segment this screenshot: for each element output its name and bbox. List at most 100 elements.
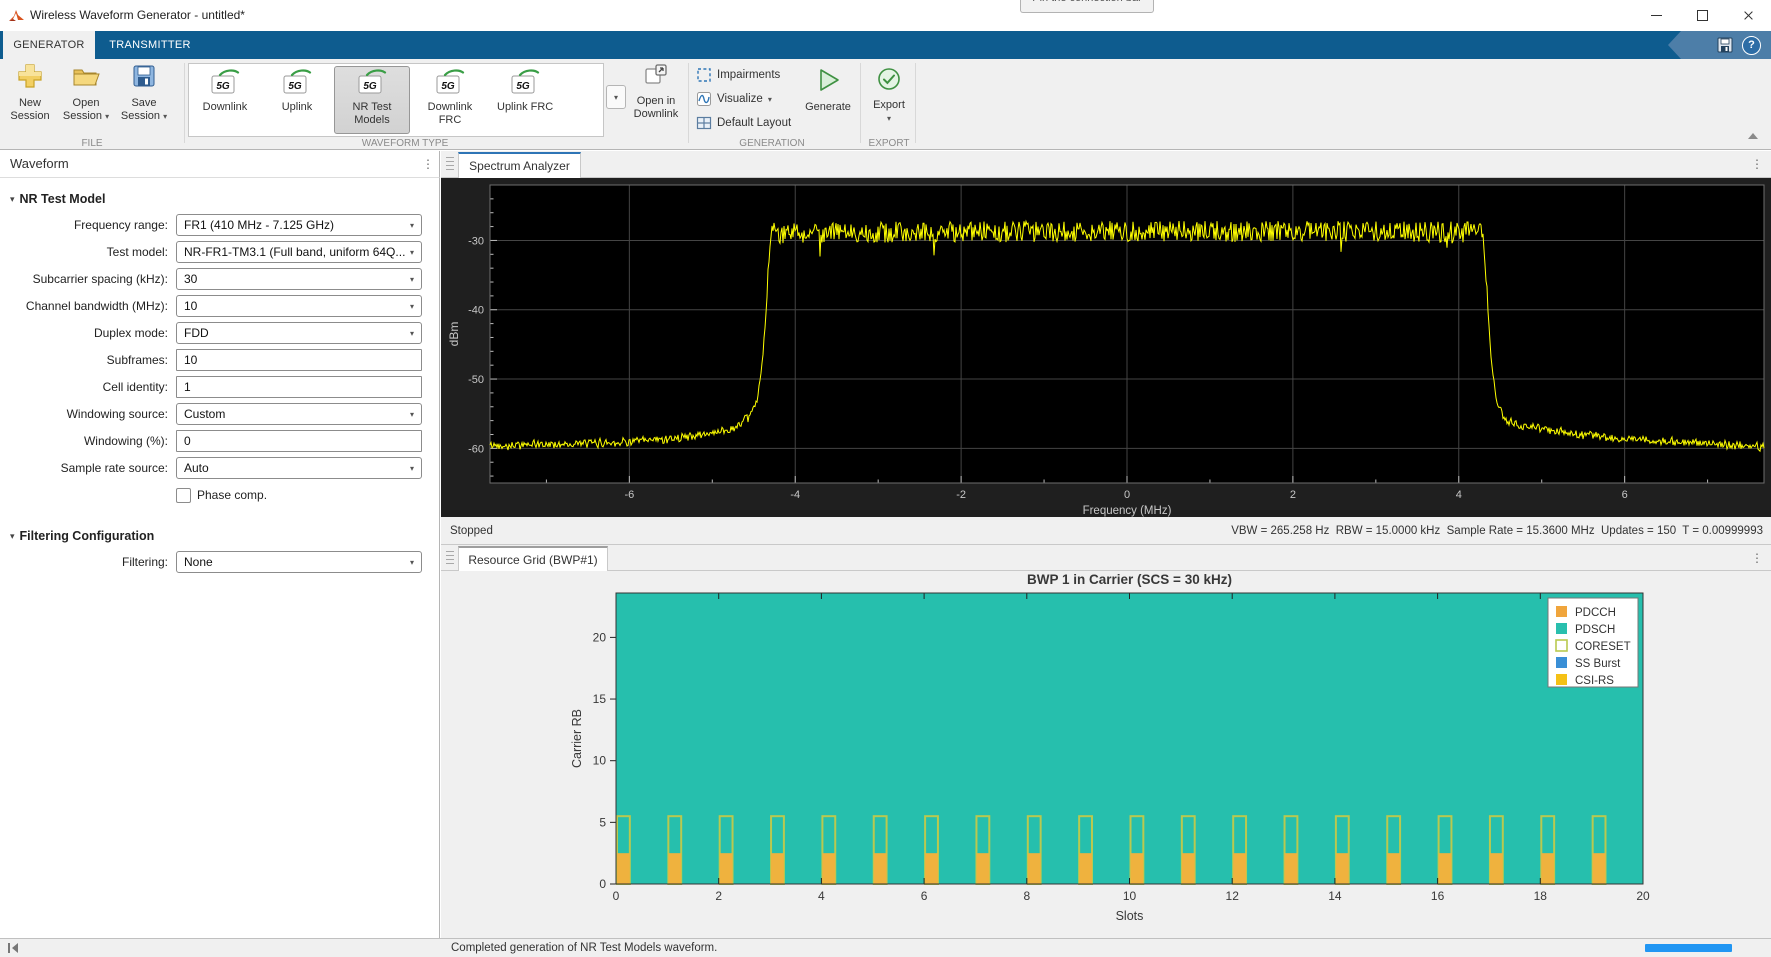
spectrum-panel-menu-icon[interactable]: ⋮ bbox=[1751, 157, 1763, 171]
dropdown-caret-icon: ▾ bbox=[410, 558, 421, 567]
section-divider bbox=[860, 63, 861, 143]
save-session-button[interactable]: Save Session ▾ bbox=[116, 63, 172, 135]
waveform-type-uplink[interactable]: 5G Uplink bbox=[262, 66, 332, 134]
section-divider bbox=[184, 63, 185, 143]
pdcch-csirs-bar bbox=[1182, 853, 1195, 884]
legend-swatch-ss-burst bbox=[1556, 657, 1567, 668]
section-header-nr-test-model[interactable]: ▾NR Test Model bbox=[10, 192, 439, 206]
pdcch-csirs-bar bbox=[925, 853, 938, 884]
maximize-icon bbox=[1697, 10, 1708, 21]
sample-rate-source-dropdown[interactable]: Auto▾ bbox=[176, 457, 422, 479]
open-session-button[interactable]: Open Session ▾ bbox=[58, 63, 114, 135]
svg-text:5G: 5G bbox=[441, 81, 455, 92]
pdcch-csirs-bar bbox=[874, 853, 887, 884]
cell-identity-input[interactable]: 1 bbox=[176, 376, 422, 398]
subcarrier-spacing-khz-row: Subcarrier spacing (kHz):30▾ bbox=[0, 268, 439, 290]
5g-icon: 5G bbox=[210, 69, 240, 95]
channel-bandwidth-mhz-dropdown[interactable]: 10▾ bbox=[176, 295, 422, 317]
export-button[interactable]: Export▾ bbox=[866, 63, 912, 135]
duplex-mode-row: Duplex mode:FDD▾ bbox=[0, 322, 439, 344]
open-session-folder-icon bbox=[72, 63, 100, 89]
phase-comp-checkbox[interactable] bbox=[176, 488, 191, 503]
new-session-button[interactable]: New Session bbox=[4, 63, 56, 135]
sample-rate-source-row: Sample rate source:Auto▾ bbox=[0, 457, 439, 479]
tab-spectrum-analyzer[interactable]: Spectrum Analyzer bbox=[458, 152, 581, 178]
pdcch-csirs-bar bbox=[1079, 853, 1092, 884]
section-title: NR Test Model bbox=[20, 192, 106, 206]
svg-text:-6: -6 bbox=[624, 489, 634, 501]
tab-generator[interactable]: GENERATOR bbox=[3, 31, 95, 59]
close-button[interactable] bbox=[1725, 0, 1771, 31]
resource-grid-tab-label: Resource Grid (BWP#1) bbox=[468, 553, 597, 567]
quick-save-icon[interactable] bbox=[1716, 36, 1734, 54]
collapse-panel-arrow-icon[interactable] bbox=[12, 943, 18, 953]
spectrum-figure: -30-40-50-60-6-4-20246Frequency (MHz)dBm bbox=[441, 178, 1771, 517]
filtering-dropdown[interactable]: None▾ bbox=[176, 551, 422, 573]
resource-grid-panel-grip[interactable] bbox=[446, 551, 454, 565]
frequency-range-dropdown[interactable]: FR1 (410 MHz - 7.125 GHz)▾ bbox=[176, 214, 422, 236]
pdcch-csirs-bar bbox=[771, 853, 784, 884]
5g-icon: 5G bbox=[282, 69, 312, 95]
field-label: Cell identity: bbox=[0, 380, 176, 394]
help-icon[interactable]: ? bbox=[1742, 36, 1761, 55]
generate-button[interactable]: Generate bbox=[800, 63, 856, 135]
svg-text:-30: -30 bbox=[468, 235, 484, 247]
dropdown-value: FDD bbox=[177, 326, 410, 340]
waveform-type-gallery: 5GDownlink5GUplink5GNR Test Models5GDown… bbox=[188, 63, 604, 137]
windowing-input[interactable]: 0 bbox=[176, 430, 422, 452]
waveform-type-uplink-frc[interactable]: 5GUplink FRC bbox=[490, 66, 560, 134]
section-gap bbox=[0, 511, 439, 523]
svg-text:BWP 1 in Carrier (SCS = 30 kHz: BWP 1 in Carrier (SCS = 30 kHz) bbox=[1027, 572, 1232, 587]
subframes-input[interactable]: 10 bbox=[176, 349, 422, 371]
svg-text:6: 6 bbox=[1622, 489, 1628, 501]
export-label: Export bbox=[873, 99, 905, 111]
waveform-type-label: Uplink bbox=[269, 101, 325, 114]
windowing-source-dropdown[interactable]: Custom▾ bbox=[176, 403, 422, 425]
input-value: 1 bbox=[177, 380, 421, 394]
subcarrier-spacing-khz-dropdown[interactable]: 30▾ bbox=[176, 268, 422, 290]
maximize-button[interactable] bbox=[1679, 0, 1725, 31]
test-model-dropdown[interactable]: NR-FR1-TM3.1 (Full band, uniform 64Q...▾ bbox=[176, 241, 422, 263]
resource-grid-figure: BWP 1 in Carrier (SCS = 30 kHz)024681012… bbox=[441, 571, 1771, 938]
window-title: Wireless Waveform Generator - untitled* bbox=[30, 0, 245, 31]
pdcch-csirs-bar bbox=[1490, 853, 1503, 884]
svg-text:20: 20 bbox=[593, 630, 607, 644]
gallery-expand-button[interactable]: ▾ bbox=[606, 85, 626, 109]
field-label: Subframes: bbox=[0, 353, 176, 367]
minimize-button[interactable] bbox=[1633, 0, 1679, 31]
tab-resource-grid[interactable]: Resource Grid (BWP#1) bbox=[458, 546, 608, 572]
svg-text:16: 16 bbox=[1431, 889, 1445, 903]
duplex-mode-dropdown[interactable]: FDD▾ bbox=[176, 322, 422, 344]
dropdown-value: Auto bbox=[177, 461, 410, 475]
svg-text:18: 18 bbox=[1534, 889, 1548, 903]
windowing-row: Windowing (%):0 bbox=[0, 430, 439, 452]
waveform-type-downlink-frc[interactable]: 5GDownlink FRC bbox=[412, 66, 488, 134]
save-session-caret-icon: ▾ bbox=[163, 112, 167, 121]
pdcch-csirs-bar bbox=[822, 853, 835, 884]
generate-play-icon bbox=[815, 67, 841, 93]
waveform-panel-menu-icon[interactable]: ⋮ bbox=[422, 157, 434, 171]
quick-access-bar: ? bbox=[1668, 31, 1771, 59]
dropdown-caret-icon: ▾ bbox=[410, 221, 421, 230]
pdcch-csirs-bar bbox=[1439, 853, 1452, 884]
filtering-row: Filtering:None▾ bbox=[0, 551, 439, 573]
section-header-filtering-configuration[interactable]: ▾Filtering Configuration bbox=[10, 529, 439, 543]
resource-grid-panel-menu-icon[interactable]: ⋮ bbox=[1751, 551, 1763, 565]
tab-transmitter[interactable]: TRANSMITTER bbox=[95, 31, 205, 59]
section-divider bbox=[915, 63, 916, 143]
open-in-downlink-button[interactable]: Open in Downlink bbox=[630, 63, 682, 135]
spectrum-panel-grip[interactable] bbox=[446, 157, 454, 171]
dropdown-caret-icon: ▾ bbox=[410, 410, 421, 419]
pdcch-csirs-bar bbox=[1285, 853, 1298, 884]
waveform-type-downlink[interactable]: 5GDownlink bbox=[190, 66, 260, 134]
field-label: Channel bandwidth (MHz): bbox=[0, 299, 176, 313]
waveform-type-nr-test-models[interactable]: 5GNR Test Models bbox=[334, 66, 410, 134]
visualize-caret-icon: ▾ bbox=[768, 95, 772, 104]
svg-text:5G: 5G bbox=[363, 81, 377, 92]
svg-text:-40: -40 bbox=[468, 305, 484, 317]
collapse-panel-icon[interactable] bbox=[8, 943, 10, 953]
app-window: Wireless Waveform Generator - untitled* … bbox=[0, 0, 1771, 957]
export-section-label: EXPORT bbox=[869, 138, 910, 149]
minimize-icon bbox=[1651, 15, 1662, 16]
collapse-ribbon-icon[interactable] bbox=[1748, 133, 1758, 139]
